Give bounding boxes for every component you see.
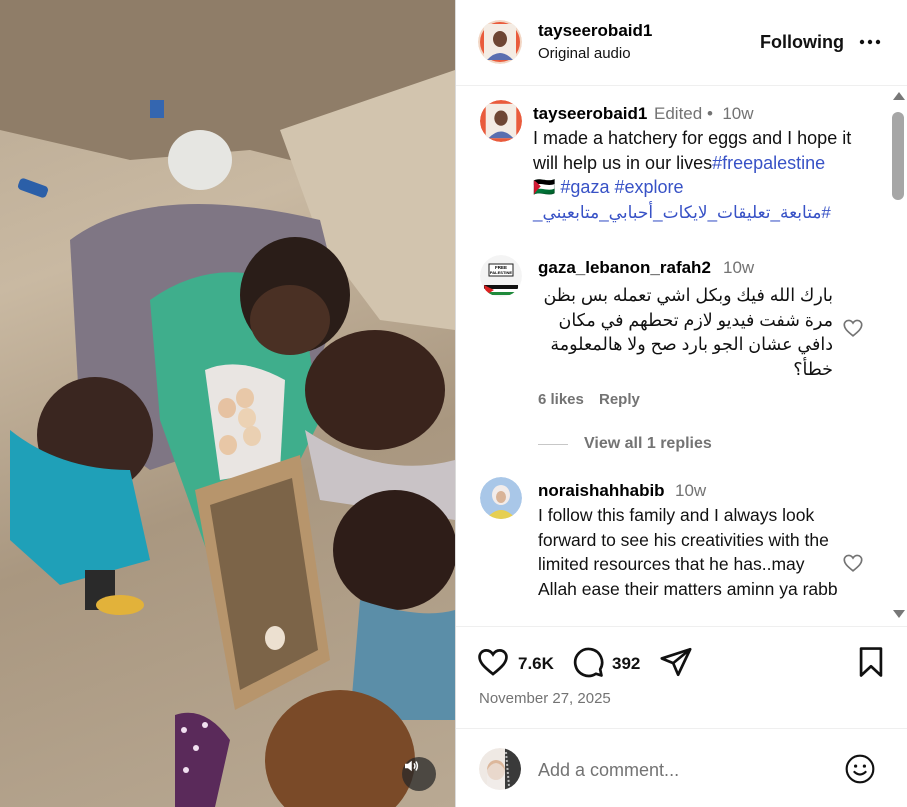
add-comment-bar: [456, 728, 907, 807]
post-actions: 7.6K 392 November 27, 2025: [456, 628, 907, 728]
hashtag-link[interactable]: 🇵🇸 #gaza #explore: [533, 177, 684, 197]
comment-input[interactable]: [538, 757, 828, 783]
caption-time[interactable]: 10w: [722, 104, 753, 123]
caption-author-avatar[interactable]: [480, 100, 522, 142]
comment-text: I follow this family and I always look f…: [538, 505, 838, 599]
commenter-avatar[interactable]: [480, 477, 522, 519]
hashtag-link[interactable]: #freepalestine: [712, 153, 825, 173]
emoji-smile-icon[interactable]: [844, 753, 876, 785]
post-header: tayseerobaid1 Original audio Following: [456, 0, 907, 86]
mute-toggle-button[interactable]: [402, 757, 436, 791]
comment-like-icon[interactable]: [842, 552, 864, 574]
like-count[interactable]: 7.6K: [518, 654, 554, 674]
audio-label[interactable]: Original audio: [538, 45, 631, 62]
more-horizontal-icon[interactable]: [858, 30, 882, 54]
replies-divider: [538, 443, 568, 445]
bookmark-icon[interactable]: [854, 645, 888, 679]
post-video[interactable]: [0, 0, 455, 807]
svg-text:PALESTINE: PALESTINE: [490, 270, 512, 275]
comment-count[interactable]: 392: [612, 654, 640, 674]
view-replies-button[interactable]: View all 1 replies: [538, 435, 712, 453]
edited-label: Edited: [654, 104, 703, 123]
comment-time[interactable]: 10w: [675, 481, 706, 501]
comments-scrollbar[interactable]: [888, 87, 907, 626]
commenter-avatar[interactable]: FREE PALESTINE: [480, 255, 522, 297]
comment-time[interactable]: 10w: [723, 258, 754, 278]
reply-button[interactable]: Reply: [599, 391, 640, 408]
hashtag-link[interactable]: #متابعة_تعليقات_لايكات_أحبابي_متابعيني_: [533, 201, 831, 226]
comment-bubble-icon[interactable]: [571, 645, 605, 679]
author-username[interactable]: tayseerobaid1: [538, 21, 652, 41]
scroll-thumb[interactable]: [892, 112, 904, 200]
paper-plane-icon[interactable]: [659, 645, 693, 679]
caption-username[interactable]: tayseerobaid1: [533, 104, 647, 124]
post-side-panel: tayseerobaid1 Original audio Following t…: [455, 0, 907, 807]
video-frame-illustration: [0, 0, 455, 807]
comment-text: بارك الله فيك وبكل اشي تعمله بس بظن مرة …: [543, 285, 833, 379]
speaker-icon: [405, 760, 419, 772]
post-date[interactable]: November 27, 2025: [479, 690, 611, 707]
author-avatar[interactable]: [478, 20, 522, 64]
caption-meta: Edited • 10w: [654, 104, 754, 124]
caption-text: I made a hatchery for eggs and I hope it…: [533, 126, 873, 225]
scroll-up-arrow[interactable]: [893, 92, 905, 100]
current-user-avatar: [479, 748, 521, 790]
meta-separator: •: [706, 104, 713, 123]
view-replies-label: View all 1 replies: [584, 435, 712, 452]
following-button[interactable]: Following: [760, 32, 844, 53]
commenter-username[interactable]: gaza_lebanon_rafah2: [538, 258, 711, 278]
comment-like-icon[interactable]: [842, 317, 864, 339]
scroll-down-arrow[interactable]: [893, 610, 905, 618]
comment-like-count[interactable]: 6 likes: [538, 391, 584, 408]
heart-icon[interactable]: [476, 645, 510, 679]
comments-list[interactable]: tayseerobaid1 Edited • 10w I made a hatc…: [456, 87, 907, 627]
commenter-username[interactable]: noraishahhabib: [538, 481, 665, 501]
